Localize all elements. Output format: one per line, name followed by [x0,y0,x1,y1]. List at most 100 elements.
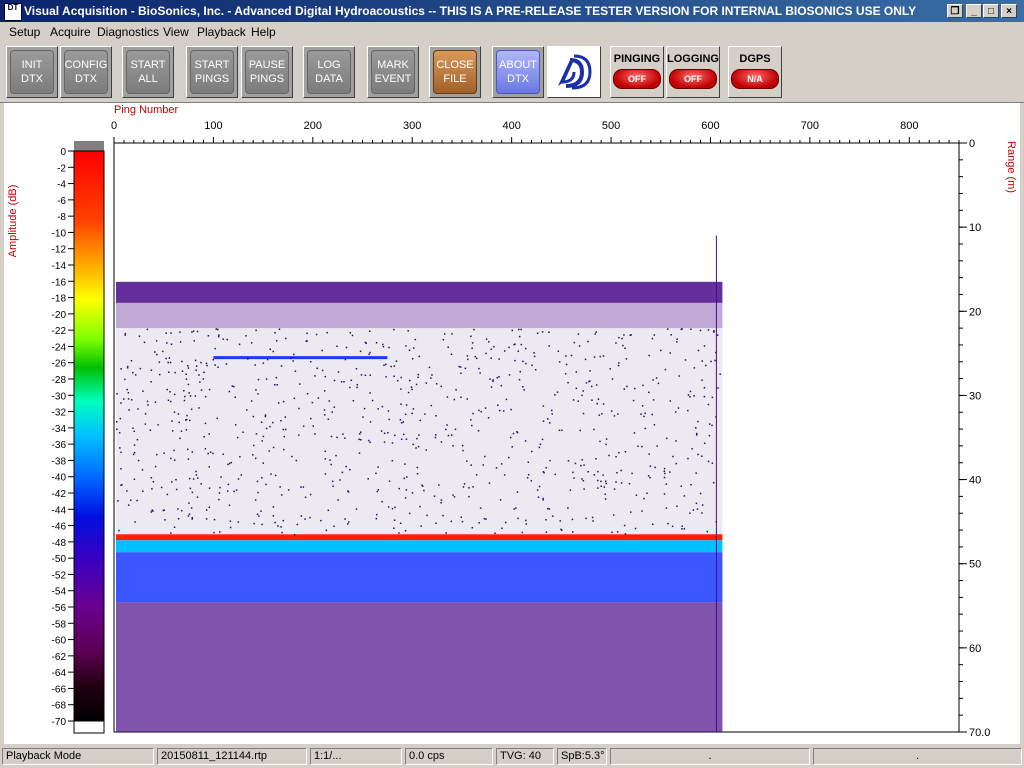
speckle [632,399,635,402]
speckle [205,362,208,365]
about-dtx-button[interactable]: ABOUT DTX [492,46,544,98]
speckle [402,421,405,423]
pinging-label: PINGING [613,53,661,65]
speckle [183,399,186,402]
speckle [187,383,190,386]
speckle [387,410,390,412]
pause-pings-button[interactable]: PAUSE PINGS [241,46,293,98]
menu-diagnostics[interactable]: Diagnostics [97,25,159,39]
speckle [425,382,428,384]
menu-help[interactable]: Help [251,25,276,39]
sub-bottom [116,602,723,732]
speckle [265,483,267,486]
mark-event-button[interactable]: MARK EVENT [367,46,419,98]
y-tick-label: 20 [969,306,981,318]
restore-icon[interactable]: ❐ [947,4,963,18]
speckle [120,451,122,454]
biosonics-logo-button[interactable] [547,46,601,98]
log-data-label: LOG DATA [307,50,351,94]
status-bar: Playback Mode 20150811_121144.rtp 1:1/..… [0,746,1024,768]
echogram-chart[interactable]: Ping Number Amplitude (dB) Range (m) 0 -2… [4,103,1020,744]
menu-playback[interactable]: Playback [197,25,246,39]
speckle [179,331,181,333]
speckle [605,438,608,440]
speckle [302,486,305,488]
speckle [309,360,312,363]
speckle [442,338,445,341]
speckle [133,478,136,481]
echogram-panel: Ping Number Amplitude (dB) Range (m) 0 -2… [4,103,1020,744]
speckle [254,457,257,460]
start-pings-button[interactable]: START PINGS [186,46,238,98]
speckle [468,487,470,489]
menu-acquire[interactable]: Acquire [50,25,91,39]
speckle [351,334,354,337]
menu-bar: Setup Acquire Diagnostics View Playback … [0,22,1024,42]
speckle [218,334,220,336]
speckle [405,345,407,347]
speckle [592,520,594,522]
speckle [337,371,340,373]
speckle [455,389,457,391]
speckle [466,460,468,462]
speckle [393,328,395,331]
speckle [442,514,444,517]
speckle [246,358,249,360]
speckle [323,409,326,411]
speckle [142,390,144,392]
close-file-button[interactable]: CLOSE FILE [429,46,481,98]
speckle [335,454,337,457]
close-icon[interactable]: × [1001,4,1017,18]
speckle [254,364,256,366]
speckle [478,409,480,412]
speckle [523,389,525,391]
water-column [116,328,723,535]
speckle [261,523,263,526]
speckle [716,334,719,336]
speckle [692,509,695,511]
y-tick-label: 60 [969,643,981,655]
mark-event-label: MARK EVENT [371,50,415,94]
speckle [212,452,214,455]
colorbar-tick-label: -64 [52,668,67,679]
speckle [595,384,598,386]
speckle [480,410,482,413]
speckle [234,396,236,398]
speckle [415,447,417,449]
speckle [551,413,553,415]
speckle [187,515,190,517]
speckle [471,342,474,344]
speckle [665,483,668,485]
minimize-icon[interactable]: _ [966,4,982,18]
speckle [208,466,210,468]
speckle [554,394,556,396]
speckle [349,468,351,471]
speckle [623,334,625,336]
speckle [602,474,604,476]
speckle [179,437,181,440]
speckle [467,358,469,361]
speckle [584,358,587,361]
maximize-icon[interactable]: □ [983,4,999,18]
menu-setup[interactable]: Setup [9,25,40,39]
init-dtx-button[interactable]: INIT DTX [6,46,58,98]
speckle [194,359,197,362]
start-all-button[interactable]: START ALL [122,46,174,98]
speckle [445,532,447,534]
speckle [222,453,225,456]
speckle [615,342,617,344]
speckle [516,431,519,434]
x-tick-label: 100 [204,120,222,132]
speckle [663,476,666,479]
speckle [393,527,395,529]
speckle [649,476,651,479]
speckle [213,518,216,521]
menu-view[interactable]: View [163,25,189,39]
speckle [200,361,202,364]
speckle [498,376,500,378]
log-data-button[interactable]: LOG DATA [303,46,355,98]
config-dtx-button[interactable]: CONFIG DTX [60,46,112,98]
speckle [388,418,390,421]
speckle [589,380,591,382]
speckle [234,424,237,426]
